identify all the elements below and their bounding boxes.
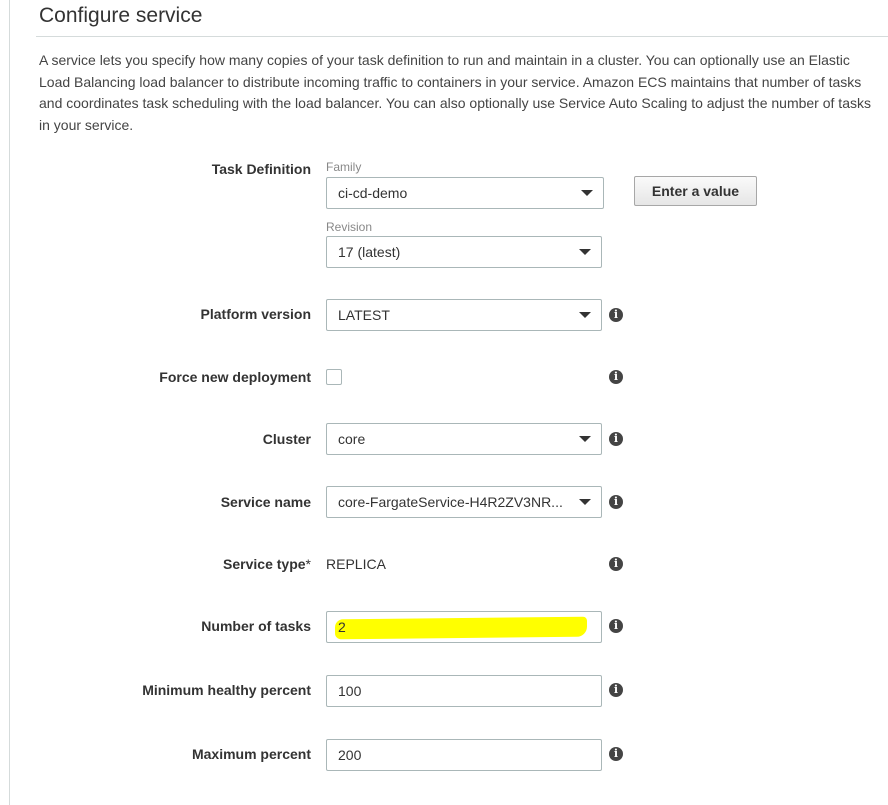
maximum-percent-value: 200: [338, 747, 362, 763]
family-label: Family: [326, 160, 362, 174]
enter-a-value-button[interactable]: Enter a value: [634, 176, 757, 206]
info-icon[interactable]: i: [609, 683, 623, 697]
number-of-tasks-value: 2: [338, 619, 346, 635]
cluster-label: Cluster: [262, 431, 311, 447]
chevron-down-icon: [579, 499, 591, 505]
number-of-tasks-label: Number of tasks: [201, 618, 311, 634]
revision-select[interactable]: 17 (latest): [326, 236, 602, 268]
info-icon[interactable]: i: [609, 432, 623, 446]
title-divider: [36, 36, 888, 37]
service-name-label: Service name: [220, 494, 311, 510]
service-type-label-text: Service type: [223, 556, 306, 572]
info-icon[interactable]: i: [609, 495, 623, 509]
info-icon[interactable]: i: [609, 370, 623, 384]
platform-version-label: Platform version: [200, 306, 311, 322]
service-description: A service lets you specify how many copi…: [39, 52, 871, 133]
service-name-select[interactable]: core-FargateService-H4R2ZV3NR...: [326, 486, 602, 518]
revision-select-value: 17 (latest): [338, 244, 401, 260]
family-select-value: ci-cd-demo: [338, 185, 408, 201]
maximum-percent-input[interactable]: 200: [326, 739, 602, 771]
platform-version-select[interactable]: LATEST: [326, 299, 602, 331]
service-type-label: Service type*: [223, 556, 311, 572]
chevron-down-icon: [579, 312, 591, 318]
platform-version-value: LATEST: [338, 307, 390, 323]
force-new-deployment-label: Force new deployment: [159, 369, 311, 385]
page-title: Configure service: [39, 4, 203, 27]
service-name-value: core-FargateService-H4R2ZV3NR...: [338, 494, 563, 510]
required-mark: *: [305, 556, 311, 572]
maximum-percent-label: Maximum percent: [191, 746, 311, 762]
info-icon[interactable]: i: [609, 747, 623, 761]
force-new-deployment-checkbox[interactable]: [326, 369, 342, 385]
info-icon[interactable]: i: [609, 619, 623, 633]
revision-label: Revision: [326, 220, 373, 234]
service-type-value: REPLICA: [326, 556, 386, 572]
left-border: [9, 0, 10, 805]
family-select[interactable]: ci-cd-demo: [326, 177, 604, 209]
task-definition-label: Task Definition: [211, 161, 311, 177]
cluster-select-value: core: [338, 431, 366, 447]
minimum-healthy-percent-value: 100: [338, 683, 362, 699]
cluster-select[interactable]: core: [326, 423, 602, 455]
minimum-healthy-percent-label: Minimum healthy percent: [142, 682, 311, 698]
chevron-down-icon: [579, 436, 591, 442]
chevron-down-icon: [581, 190, 593, 196]
info-icon[interactable]: i: [609, 308, 623, 322]
number-of-tasks-input[interactable]: 2: [326, 611, 602, 643]
yellow-highlight-mark: [335, 616, 587, 640]
info-icon[interactable]: i: [609, 557, 623, 571]
minimum-healthy-percent-input[interactable]: 100: [326, 675, 602, 707]
chevron-down-icon: [579, 249, 591, 255]
